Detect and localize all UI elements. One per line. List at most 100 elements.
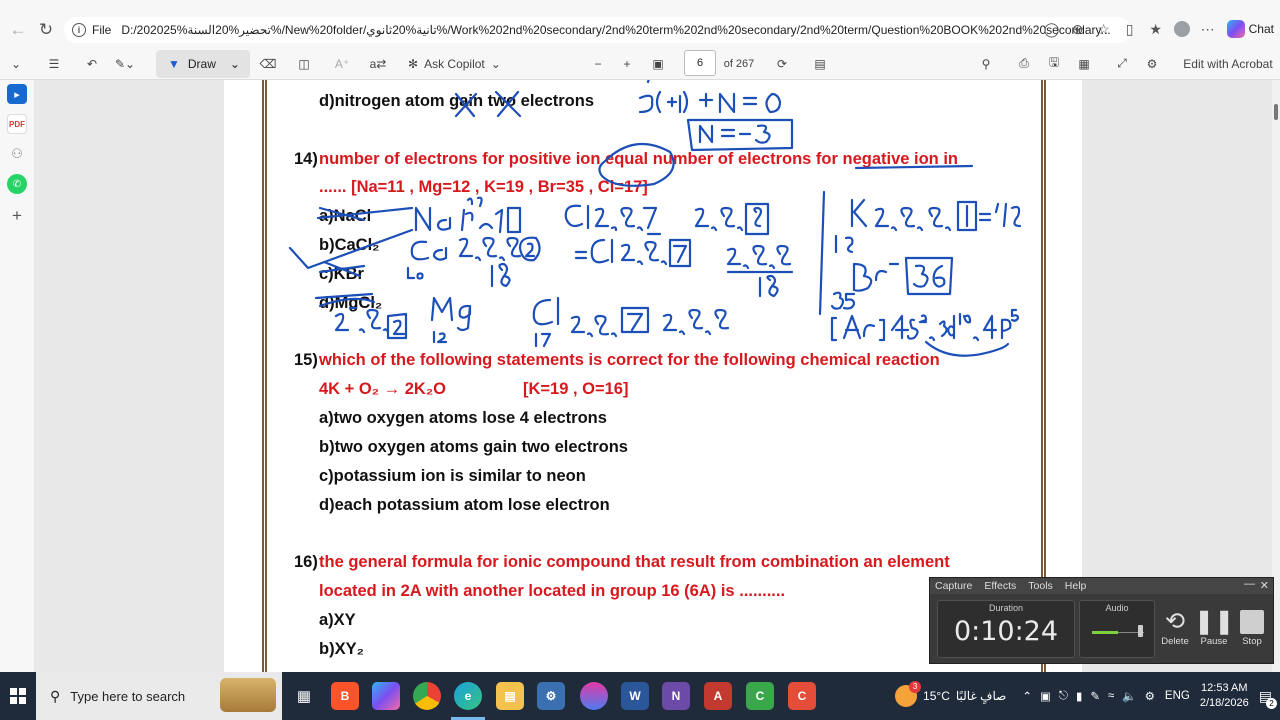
menu-help[interactable]: Help bbox=[1065, 580, 1087, 592]
onenote-icon[interactable]: N bbox=[662, 682, 690, 710]
pdf-app-icon[interactable]: PDF bbox=[7, 114, 27, 134]
url-field[interactable]: i File D:/202025%تحضير%20السنة%/New%20fo… bbox=[64, 17, 1131, 43]
word-icon[interactable]: W bbox=[621, 682, 649, 710]
weather-temp[interactable]: 15°C bbox=[923, 689, 950, 703]
favorites-icon[interactable]: ★ bbox=[1143, 16, 1169, 42]
print-icon[interactable]: ⎙ bbox=[1012, 50, 1036, 78]
brave-browser-icon[interactable]: B bbox=[331, 682, 359, 710]
edit-with-acrobat-button[interactable]: Edit with Acrobat bbox=[1178, 50, 1278, 78]
copilot-chat-button[interactable]: Chat bbox=[1221, 20, 1280, 38]
contents-list-icon[interactable]: ☰ bbox=[42, 50, 66, 78]
acrobat-app-icon[interactable]: A bbox=[704, 682, 732, 710]
profile-avatar[interactable] bbox=[1169, 16, 1195, 42]
camtasia-green-icon[interactable]: C bbox=[746, 682, 774, 710]
edge-browser-icon[interactable]: e bbox=[454, 682, 482, 710]
stop-icon bbox=[1240, 610, 1264, 634]
pause-icon: ❚❚ bbox=[1194, 608, 1235, 635]
taskbar-search-box[interactable]: ⚲ Type here to search bbox=[36, 672, 282, 720]
back-icon[interactable]: ← bbox=[4, 16, 32, 44]
chevron-up-icon[interactable]: ⌃ bbox=[1022, 689, 1032, 703]
pen-icon[interactable]: ✎ bbox=[1090, 689, 1100, 703]
menu-capture[interactable]: Capture bbox=[935, 580, 972, 592]
language-indicator[interactable]: ENG bbox=[1165, 690, 1190, 702]
duration-label: Duration bbox=[988, 603, 1024, 613]
undo-circle-icon: ⟲ bbox=[1164, 608, 1186, 635]
page-number-input[interactable]: 6 bbox=[684, 50, 716, 76]
clock-time: 12:53 AM bbox=[1201, 682, 1248, 694]
q15-option-c: c)potassium ion is similar to neon bbox=[319, 467, 586, 485]
scrollbar-thumb[interactable] bbox=[1274, 104, 1278, 120]
ask-copilot-button[interactable]: ✻ Ask Copilot ⌄ bbox=[408, 50, 518, 78]
fit-page-icon[interactable]: ▣ bbox=[646, 50, 670, 78]
chrome-icon[interactable] bbox=[413, 682, 441, 710]
duration-value: 0:10:24 bbox=[953, 616, 1059, 647]
q15-text-line1: which of the following statements is cor… bbox=[319, 351, 940, 369]
delete-button[interactable]: ⟲ Delete bbox=[1155, 608, 1195, 647]
read-aloud-text-icon[interactable]: a⇄ bbox=[366, 50, 390, 78]
weather-icon[interactable]: 3 bbox=[895, 681, 922, 707]
q15-option-b: b)two oxygen atoms gain two electrons bbox=[319, 438, 628, 456]
close-icon[interactable]: ✕ bbox=[1260, 579, 1269, 592]
usb-icon[interactable]: ⎋ bbox=[1059, 690, 1068, 703]
more-menu-icon[interactable]: ⋯ bbox=[1195, 16, 1221, 42]
save-icon[interactable]: 🖫 bbox=[1042, 50, 1066, 78]
q15-option-a: a)two oxygen atoms lose 4 electrons bbox=[319, 409, 607, 427]
text-box-icon[interactable]: ◫ bbox=[292, 50, 316, 78]
menu-effects[interactable]: Effects bbox=[984, 580, 1016, 592]
q14-text-line2: ...... [Na=11 , Mg=12 , K=19 , Br=35 , C… bbox=[319, 178, 648, 196]
minimize-icon[interactable]: — bbox=[1244, 578, 1255, 590]
camtasia-recorder-icon[interactable]: C bbox=[788, 682, 816, 710]
fullscreen-icon[interactable]: ⤢ bbox=[1110, 50, 1134, 78]
undo-icon[interactable]: ↶ bbox=[80, 50, 104, 78]
weather-text[interactable]: صافٍ غالبًا bbox=[956, 689, 1006, 703]
page-view-icon[interactable]: ▤ bbox=[808, 50, 832, 78]
zoom-out-icon[interactable]: − bbox=[586, 50, 610, 78]
menu-tools[interactable]: Tools bbox=[1028, 580, 1053, 592]
tray-app-icon[interactable]: ▣ bbox=[1040, 689, 1051, 703]
favorite-star-icon[interactable]: ☆ bbox=[1091, 16, 1117, 42]
search-icon[interactable]: ⚲ bbox=[974, 50, 998, 78]
read-aloud-icon[interactable]: ◯ bbox=[1039, 16, 1065, 42]
copilot-app-icon[interactable] bbox=[372, 682, 400, 710]
sidebar-app-icon[interactable]: ▸ bbox=[7, 84, 27, 104]
file-explorer-icon[interactable]: ▤ bbox=[496, 682, 524, 710]
q14-text-line1: number of electrons for positive ion equ… bbox=[319, 150, 959, 168]
office-app-icon[interactable]: ⚇ bbox=[7, 144, 27, 164]
add-app-icon[interactable]: + bbox=[7, 206, 27, 226]
app-gear-icon[interactable]: ⚙ bbox=[537, 682, 565, 710]
settings-tray-icon[interactable]: ⚙ bbox=[1145, 689, 1155, 703]
highlight-icon[interactable]: ✎⌄ bbox=[108, 50, 142, 78]
stop-button[interactable]: Stop bbox=[1232, 608, 1272, 647]
windows-start-button[interactable] bbox=[0, 672, 36, 720]
whatsapp-icon[interactable]: ✆ bbox=[7, 174, 27, 194]
q14-option-a: a)NaCl bbox=[319, 207, 372, 225]
refresh-icon[interactable]: ↻ bbox=[32, 16, 60, 44]
volume-icon[interactable]: 🔈 bbox=[1122, 689, 1136, 703]
q16-number: 16) bbox=[294, 553, 318, 571]
audio-volume-slider[interactable] bbox=[1138, 625, 1143, 637]
settings-gear-icon[interactable]: ⚙ bbox=[1140, 50, 1164, 78]
q15-equation: 4K + O₂ → 2K₂O bbox=[319, 380, 446, 398]
info-icon[interactable]: i bbox=[72, 23, 86, 37]
rotate-icon[interactable]: ⟳ bbox=[770, 50, 794, 78]
sidebar-rail: ▸ PDF ⚇ ✆ + bbox=[0, 80, 34, 672]
zoom-icon[interactable]: ⊕ bbox=[1065, 16, 1091, 42]
split-screen-icon[interactable]: ▯ bbox=[1117, 16, 1143, 42]
chevron-down-icon[interactable]: ⌄ bbox=[4, 50, 28, 78]
weather-badge: 3 bbox=[909, 681, 922, 693]
zoom-in-icon[interactable]: + bbox=[615, 50, 639, 78]
clock[interactable]: 12:53 AM 2/18/2026 bbox=[1200, 681, 1249, 711]
battery-icon[interactable]: ▮ bbox=[1076, 689, 1082, 703]
save-as-icon[interactable]: ▦ bbox=[1072, 50, 1096, 78]
text-size-icon[interactable]: A⁺ bbox=[330, 50, 354, 78]
draw-button[interactable]: ▼ Draw ⌄ bbox=[156, 50, 250, 78]
q14-option-c: c)KBr bbox=[319, 265, 364, 283]
task-view-icon[interactable]: ▦ bbox=[290, 682, 318, 710]
eraser-icon[interactable]: ⌫ bbox=[256, 50, 280, 78]
pause-button[interactable]: ❚❚ Pause bbox=[1194, 608, 1234, 647]
paint-drop-icon[interactable] bbox=[580, 682, 608, 710]
notification-icon[interactable]: ▤ 2 bbox=[1259, 688, 1277, 709]
wifi-icon[interactable]: ≈ bbox=[1108, 690, 1114, 702]
copilot-icon bbox=[1226, 20, 1245, 38]
url-text: D:/202025%تحضير%20السنة%/New%20folder/تا… bbox=[121, 23, 1111, 37]
